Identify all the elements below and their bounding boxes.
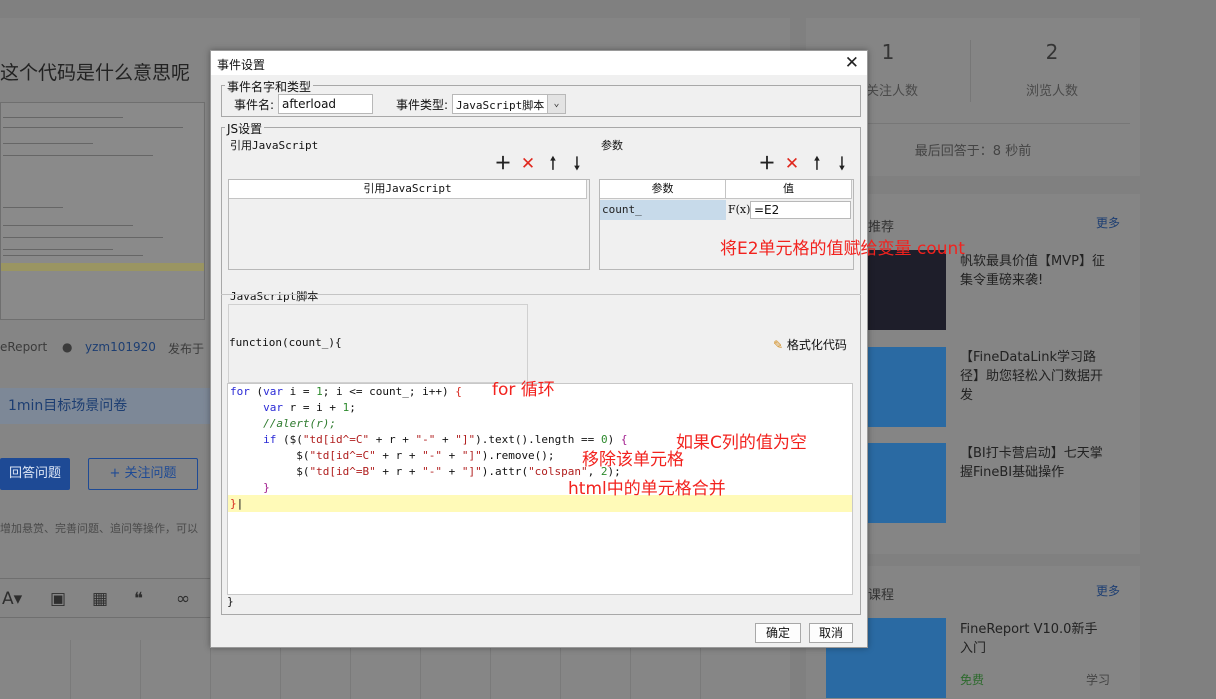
- recommend-more-link[interactable]: 更多: [1096, 214, 1120, 231]
- hint-text: 增加悬赏、完善问题、追问等操作，可以: [0, 522, 198, 535]
- code-editor[interactable]: for (var i = 1; i <= count_; i++) { var …: [227, 383, 853, 595]
- param-value-input[interactable]: =E2: [750, 201, 851, 219]
- params-label: 参数: [601, 139, 623, 152]
- link-icon[interactable]: ∞: [176, 589, 190, 609]
- ref-js-label: 引用JavaScript: [230, 139, 319, 152]
- annotation-loop: for 循环: [492, 380, 555, 400]
- arrow-down-icon[interactable]: 🠓: [833, 155, 851, 173]
- script-label: JavaScript脚本: [230, 290, 319, 303]
- course-free-badge: 免费: [960, 673, 985, 687]
- briefcase-icon[interactable]: ▣: [50, 589, 66, 609]
- chevron-down-icon[interactable]: ⌄: [547, 95, 565, 113]
- code-line: if ($("td[id^=C" + r + "-" + "]").text()…: [263, 433, 628, 446]
- params-column-value[interactable]: 值: [726, 180, 852, 199]
- code-line: //alert(r);: [263, 417, 336, 430]
- delete-icon[interactable]: ✕: [519, 155, 537, 173]
- recommend-image[interactable]: [862, 250, 946, 330]
- event-group-legend: 事件名字和类型: [225, 78, 314, 95]
- recommend-image[interactable]: [862, 347, 946, 427]
- event-type-label: 事件类型:: [396, 98, 449, 112]
- broom-icon: ✎: [773, 338, 784, 352]
- param-name-cell[interactable]: count_: [600, 200, 726, 220]
- dialog-title: 事件设置: [217, 58, 266, 72]
- ok-button[interactable]: 确定: [755, 623, 801, 643]
- fx-icon[interactable]: F(x): [728, 201, 750, 219]
- event-name-type-group: 事件名字和类型 事件名: afterload 事件类型: JavaScript脚…: [221, 78, 861, 117]
- delete-icon[interactable]: ✕: [783, 155, 801, 173]
- recommend-item[interactable]: 【BI打卡营启动】七天掌握FineBI基础操作: [960, 444, 1110, 482]
- course-learn-label: 学习: [1086, 673, 1111, 687]
- published-label: 发布于: [168, 342, 205, 356]
- follow-question-button[interactable]: + 关注问题: [88, 458, 198, 490]
- quote-icon[interactable]: ❝: [134, 589, 143, 609]
- image-icon[interactable]: ▦: [92, 589, 108, 609]
- js-settings-legend: JS设置: [225, 120, 265, 137]
- format-code-label: 格式化代码: [786, 338, 847, 352]
- code-line: }: [263, 481, 270, 494]
- event-type-value: JavaScript脚本: [456, 99, 545, 112]
- editor-area: [0, 640, 790, 699]
- event-name-input[interactable]: afterload: [278, 94, 373, 114]
- recommend-item[interactable]: 帆软最具价值【MVP】征集令重磅来袭!: [960, 252, 1110, 290]
- ref-js-table: 引用JavaScript: [228, 179, 590, 270]
- format-code-button[interactable]: ✎ 格式化代码: [773, 336, 847, 353]
- arrow-down-icon[interactable]: 🠓: [568, 155, 586, 173]
- recommend-item[interactable]: 【FineDataLink学习路径】助您轻松入门数据开发: [960, 348, 1110, 405]
- code-line: var r = i + 1;: [263, 401, 356, 414]
- function-end: }: [227, 595, 234, 608]
- user-icon: ●: [62, 340, 73, 354]
- code-line: for (var i = 1; i <= count_; i++) {: [230, 385, 462, 398]
- annotation-assign: 将E2单元格的值赋给变量 count: [720, 239, 965, 259]
- annotation-remove: 移除该单元格: [582, 450, 684, 470]
- close-icon[interactable]: ✕: [845, 52, 859, 74]
- font-color-icon[interactable]: A▾: [2, 589, 22, 609]
- params-column-param[interactable]: 参数: [600, 180, 726, 199]
- current-line-highlight: [228, 495, 852, 512]
- answer-question-button[interactable]: 回答问题: [0, 458, 70, 490]
- arrow-up-icon[interactable]: 🠑: [808, 155, 826, 173]
- dialog-titlebar[interactable]: 事件设置 ✕: [211, 51, 867, 75]
- question-title: 这个代码是什么意思呢: [0, 62, 191, 84]
- event-settings-dialog: 事件设置 ✕ 事件名字和类型 事件名: afterload 事件类型: Java…: [210, 50, 868, 648]
- cancel-button[interactable]: 取消: [809, 623, 853, 643]
- arrow-up-icon[interactable]: 🠑: [544, 155, 562, 173]
- source-label: eReport: [0, 340, 48, 354]
- add-icon[interactable]: ＋: [494, 155, 512, 173]
- editor-toolbar: A▾ ▣ ▦ ❝ ∞: [0, 578, 210, 618]
- course-title[interactable]: FineReport V10.0新手入门: [960, 620, 1110, 658]
- survey-banner[interactable]: 1min目标场景问卷: [0, 388, 210, 424]
- views-label: 浏览人数: [1025, 84, 1078, 99]
- views-count: 2: [1045, 40, 1059, 64]
- question-screenshot: [0, 102, 205, 320]
- ref-js-column-header[interactable]: 引用JavaScript: [229, 180, 587, 199]
- recommend-image[interactable]: [862, 443, 946, 523]
- function-header: function(count_){: [229, 336, 342, 349]
- add-icon[interactable]: ＋: [758, 155, 776, 173]
- annotation-merge: html中的单元格合并: [568, 479, 726, 499]
- code-line: $("td[id^=B" + r + "-" + "]").attr("cols…: [230, 465, 621, 478]
- author-link[interactable]: yzm101920: [85, 340, 156, 354]
- courses-head: 课程: [868, 588, 895, 603]
- courses-more-link[interactable]: 更多: [1096, 582, 1120, 599]
- code-line: }|: [230, 497, 244, 510]
- annotation-if-empty: 如果C列的值为空: [676, 433, 807, 453]
- code-line: $("td[id^=C" + r + "-" + "]").remove();: [230, 449, 555, 462]
- recommend-head: 推荐: [868, 220, 895, 235]
- event-type-select[interactable]: JavaScript脚本 ⌄: [452, 94, 566, 114]
- event-name-label: 事件名:: [234, 98, 275, 112]
